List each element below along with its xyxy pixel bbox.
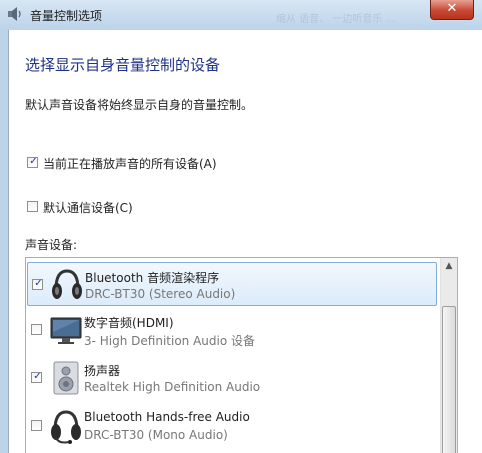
device-name: Bluetooth 音频渲染程序 [85,271,220,285]
device-name: Bluetooth Hands-free Audio [84,410,250,424]
device-detail: Realtek High Definition Audio [84,380,261,394]
vertical-scrollbar[interactable]: ▲ [440,258,457,453]
scroll-up-icon[interactable]: ▲ [441,258,457,275]
close-icon: ✕ [446,1,458,16]
headset-icon [51,410,81,444]
check-icon: ✓ [34,278,43,289]
volume-options-window: 音量控制选项 缩从 语音、 一边听音乐 ... ✕ 选择显示自身音量控制的设备 … [0,0,482,453]
list-item-hdmi[interactable]: 数字音频(HDMI) 3- High Definition Audio 设备 [27,308,437,352]
device-checkbox[interactable]: ✓ [31,371,42,383]
device-detail: 3- High Definition Audio 设备 [84,334,256,348]
list-item-bluetooth-handsfree[interactable]: Bluetooth Hands-free Audio DRC-BT30 (Mon… [27,404,437,448]
speaker-icon [53,361,79,395]
page-title: 选择显示自身音量控制的设备 [25,56,221,74]
background-window-text: 缩从 语音、 一边听音乐 ... [276,14,396,25]
check-icon: ✓ [33,371,42,382]
sound-devices-label: 声音设备: [25,238,78,252]
check-icon: ✓ [29,156,38,167]
sound-devices-list[interactable]: ✓ Bluetooth 音频渲染程序 DRC-BT30 (Stereo Audi… [25,257,458,453]
device-name: 扬声器 [84,364,121,378]
all-playing-devices-checkbox[interactable]: ✓ [27,156,38,168]
window-title: 音量控制选项 [30,9,103,23]
device-checkbox[interactable] [31,420,42,431]
headset-icon [52,269,82,299]
list-item-speakers[interactable]: ✓ 扬声器 Realtek High Definition Audio [27,356,437,400]
device-checkbox[interactable]: ✓ [32,278,43,290]
scroll-thumb[interactable] [442,306,456,453]
list-item-bluetooth-stereo[interactable]: ✓ Bluetooth 音频渲染程序 DRC-BT30 (Stereo Audi… [27,262,437,306]
device-detail: DRC-BT30 (Stereo Audio) [85,287,236,301]
description-text: 默认声音设备将始终显示自身的音量控制。 [25,98,254,112]
device-detail: DRC-BT30 (Mono Audio) [84,428,228,442]
default-communication-label[interactable]: 默认通信设备(C) [43,199,133,216]
default-communication-checkbox[interactable] [27,201,38,212]
device-checkbox[interactable] [31,324,42,335]
title-bar[interactable]: 音量控制选项 缩从 语音、 一边听音乐 ... ✕ [0,0,482,30]
dialog-content: 选择显示自身音量控制的设备 默认声音设备将始终显示自身的音量控制。 ✓ 当前正在… [8,30,482,453]
speaker-icon [8,7,21,21]
device-name: 数字音频(HDMI) [84,316,174,330]
all-playing-devices-label[interactable]: 当前正在播放声音的所有设备(A) [43,155,217,172]
monitor-icon [50,317,82,344]
close-button[interactable]: ✕ [430,0,474,20]
